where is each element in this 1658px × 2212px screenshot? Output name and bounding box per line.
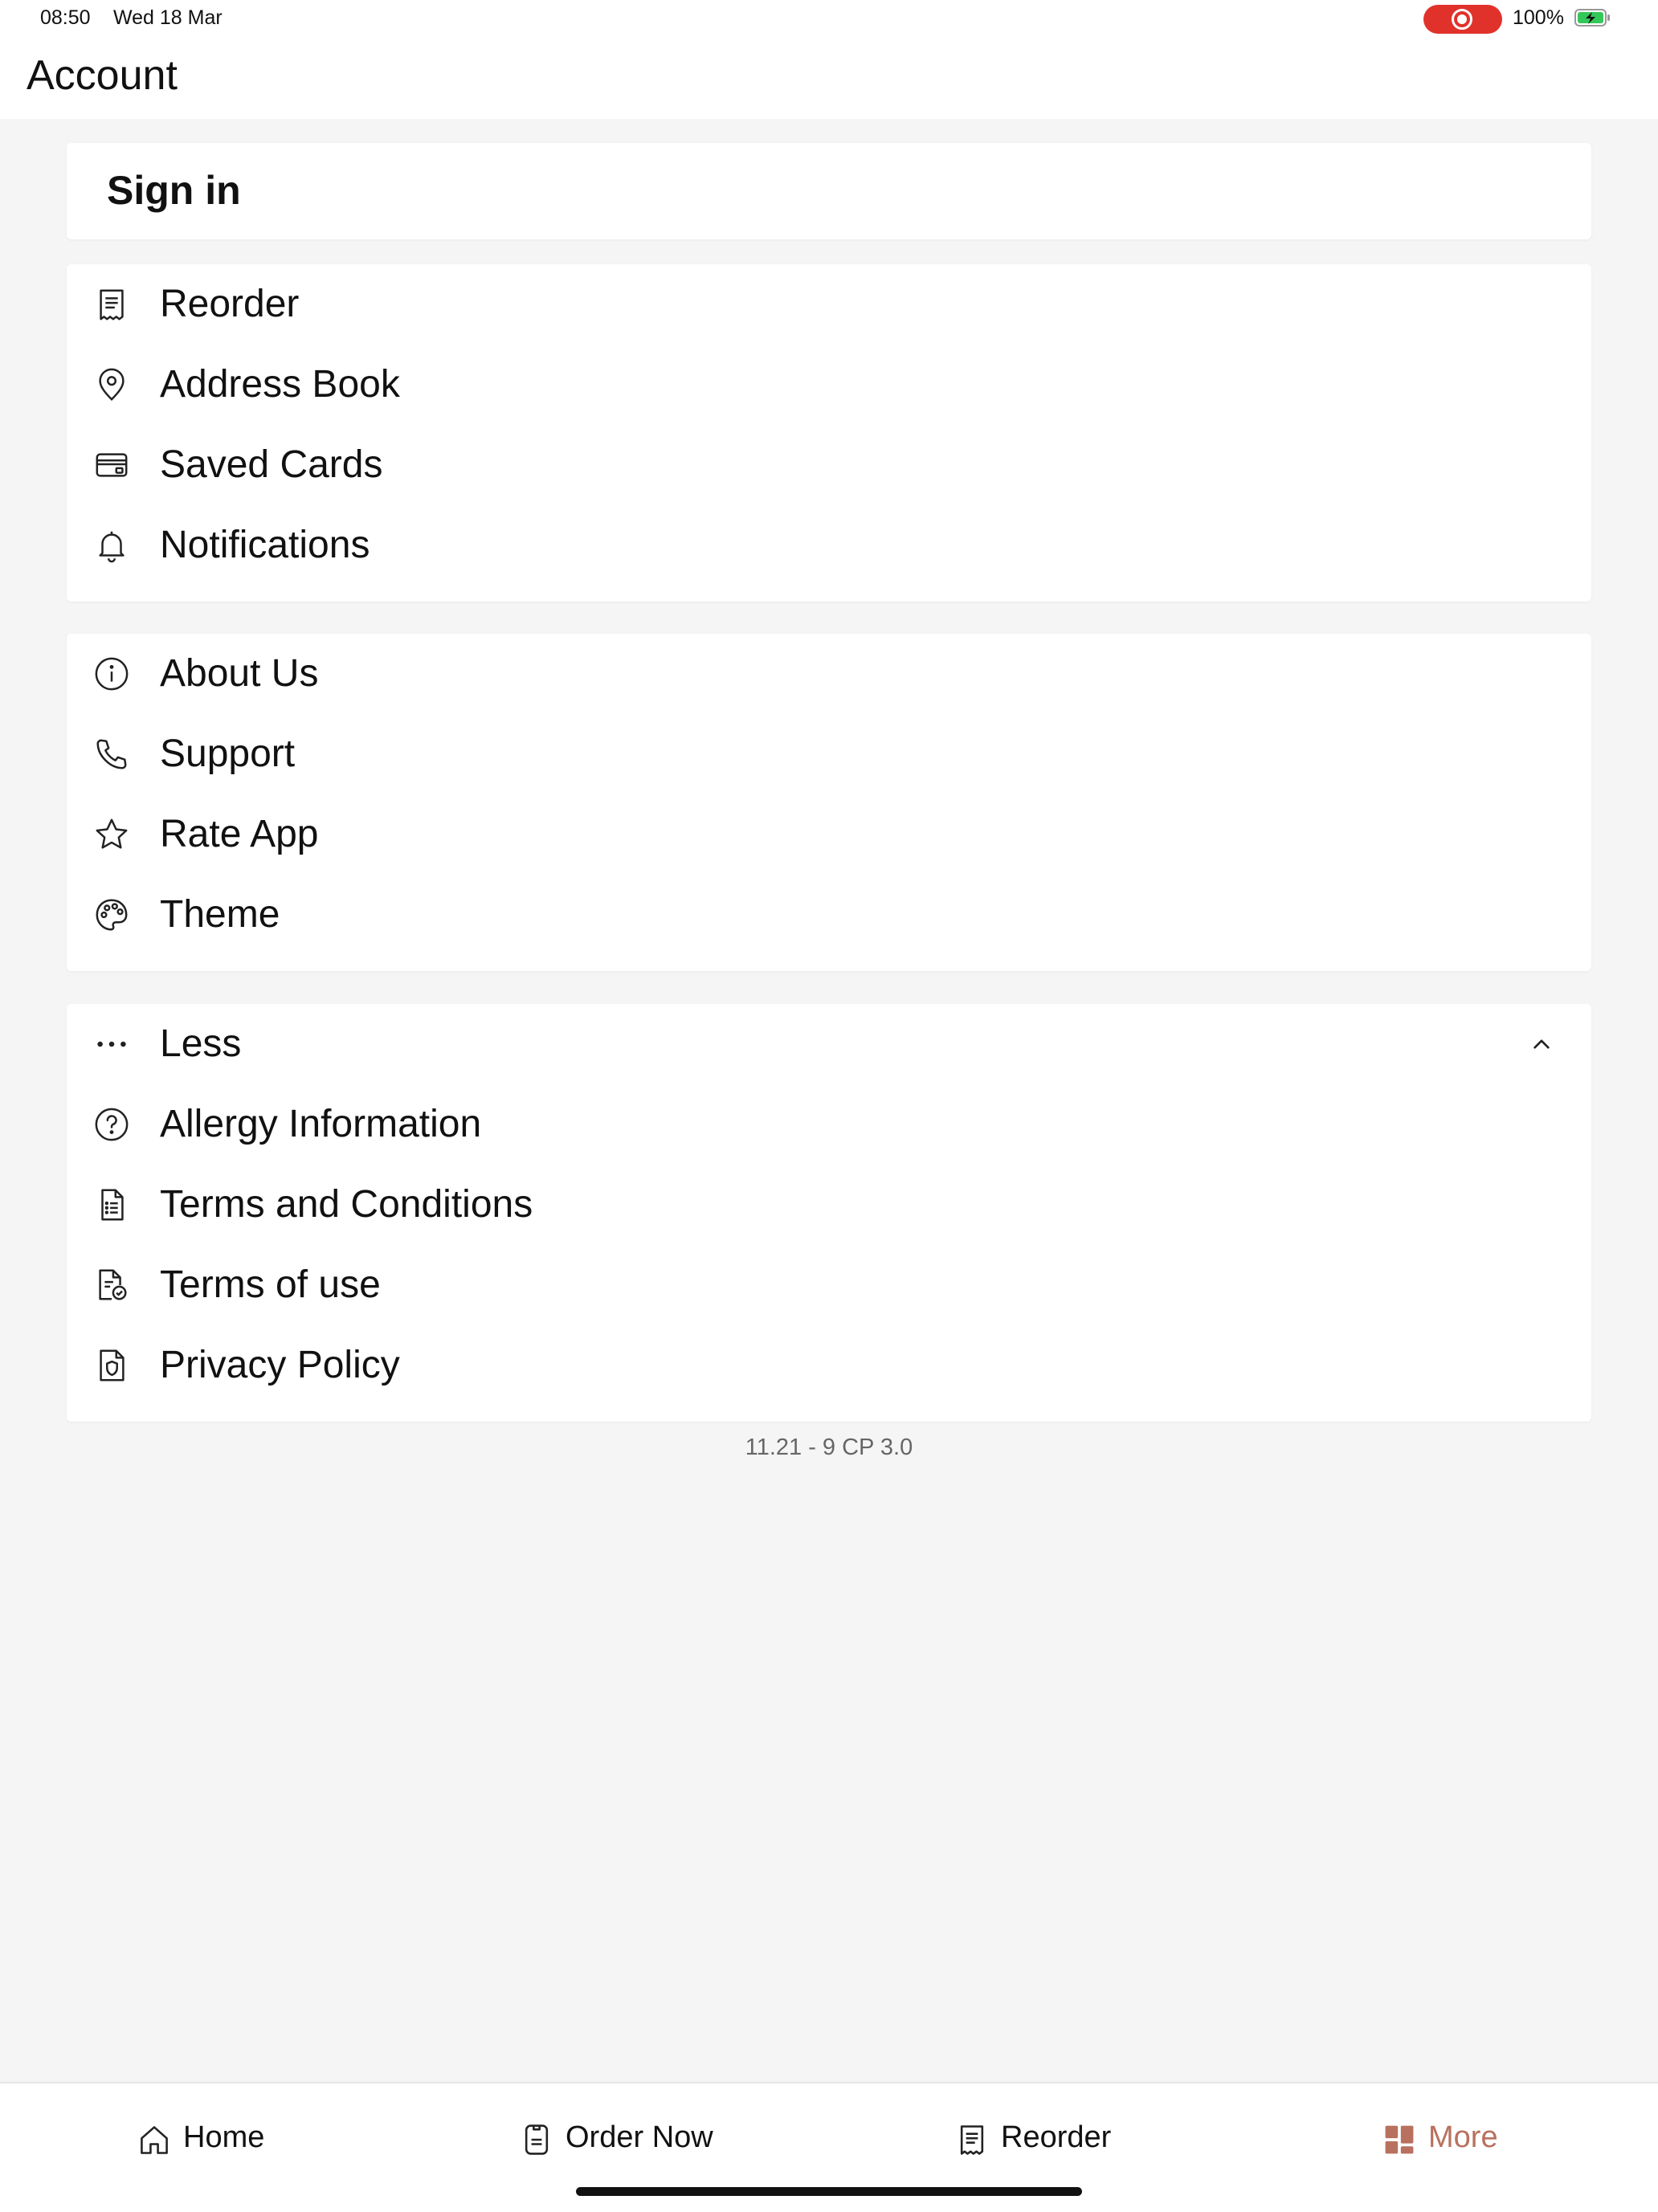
shield-document-icon bbox=[93, 1347, 130, 1384]
less-label: Less bbox=[160, 1022, 242, 1065]
menu-item-address-book[interactable]: Address Book bbox=[67, 345, 1591, 425]
less-toggle[interactable]: Less bbox=[67, 1004, 1591, 1084]
sign-in-button[interactable]: Sign in bbox=[67, 143, 1591, 239]
menu-item-rate-app[interactable]: Rate App bbox=[67, 794, 1591, 875]
menu-item-label: Allergy Information bbox=[160, 1103, 482, 1145]
grid-icon bbox=[1382, 2120, 1417, 2159]
menu-item-label: About Us bbox=[160, 652, 319, 695]
info-icon bbox=[93, 655, 130, 692]
menu-item-terms-of-use[interactable]: Terms of use bbox=[67, 1245, 1591, 1325]
menu-item-terms-and-conditions[interactable]: Terms and Conditions bbox=[67, 1165, 1591, 1245]
status-bar: 08:50 Wed 18 Mar 100% bbox=[0, 0, 1658, 40]
info-menu-card: About Us Support Rate App Theme bbox=[67, 634, 1591, 971]
document-check-icon bbox=[93, 1267, 130, 1304]
menu-item-label: Rate App bbox=[160, 813, 319, 855]
account-menu-card: Reorder Address Book Saved Cards Notific… bbox=[67, 264, 1591, 602]
menu-item-about-us[interactable]: About Us bbox=[67, 634, 1591, 714]
star-icon bbox=[93, 816, 130, 853]
receipt-icon bbox=[93, 286, 130, 323]
credit-card-icon bbox=[93, 447, 130, 484]
home-icon bbox=[137, 2120, 172, 2159]
palette-icon bbox=[93, 896, 130, 933]
sign-in-label: Sign in bbox=[107, 168, 241, 213]
app-version: 11.21 - 9 CP 3.0 bbox=[745, 1435, 913, 1460]
home-indicator bbox=[576, 2187, 1082, 2196]
battery-percentage: 100% bbox=[1513, 6, 1564, 29]
status-time: 08:50 bbox=[40, 6, 91, 29]
menu-item-theme[interactable]: Theme bbox=[67, 875, 1591, 955]
menu-item-saved-cards[interactable]: Saved Cards bbox=[67, 425, 1591, 505]
chevron-up-icon bbox=[1525, 1028, 1558, 1060]
menu-item-label: Privacy Policy bbox=[160, 1344, 400, 1386]
map-pin-icon bbox=[93, 366, 130, 403]
menu-item-support[interactable]: Support bbox=[67, 714, 1591, 794]
page-header: Account bbox=[0, 40, 1658, 119]
document-list-icon bbox=[93, 1186, 130, 1223]
tab-label: Order Now bbox=[566, 2120, 713, 2154]
tab-label: Reorder bbox=[1001, 2120, 1112, 2154]
menu-item-label: Notifications bbox=[160, 524, 370, 566]
menu-item-label: Terms and Conditions bbox=[160, 1183, 533, 1226]
receipt-icon bbox=[954, 2120, 990, 2159]
battery-charging-icon bbox=[1574, 9, 1610, 27]
menu-item-label: Support bbox=[160, 733, 296, 775]
menu-item-label: Terms of use bbox=[160, 1263, 381, 1306]
menu-item-label: Address Book bbox=[160, 363, 400, 406]
legal-menu-card: Less Allergy Information Terms and Condi… bbox=[67, 1004, 1591, 1422]
menu-item-label: Reorder bbox=[160, 283, 300, 325]
menu-item-label: Theme bbox=[160, 893, 280, 936]
menu-item-privacy-policy[interactable]: Privacy Policy bbox=[67, 1325, 1591, 1406]
screen-recording-icon bbox=[1423, 5, 1502, 34]
page-title: Account bbox=[27, 52, 178, 99]
status-date: Wed 18 Mar bbox=[113, 6, 223, 29]
more-dots-icon bbox=[93, 1026, 130, 1063]
tab-label: Home bbox=[183, 2120, 265, 2154]
tab-label: More bbox=[1428, 2120, 1498, 2154]
menu-item-notifications[interactable]: Notifications bbox=[67, 505, 1591, 586]
menu-item-label: Saved Cards bbox=[160, 443, 383, 486]
help-circle-icon bbox=[93, 1106, 130, 1143]
bell-icon bbox=[93, 527, 130, 564]
menu-item-reorder[interactable]: Reorder bbox=[67, 264, 1591, 345]
order-icon bbox=[519, 2120, 554, 2159]
phone-icon bbox=[93, 736, 130, 773]
menu-item-allergy-information[interactable]: Allergy Information bbox=[67, 1084, 1591, 1165]
